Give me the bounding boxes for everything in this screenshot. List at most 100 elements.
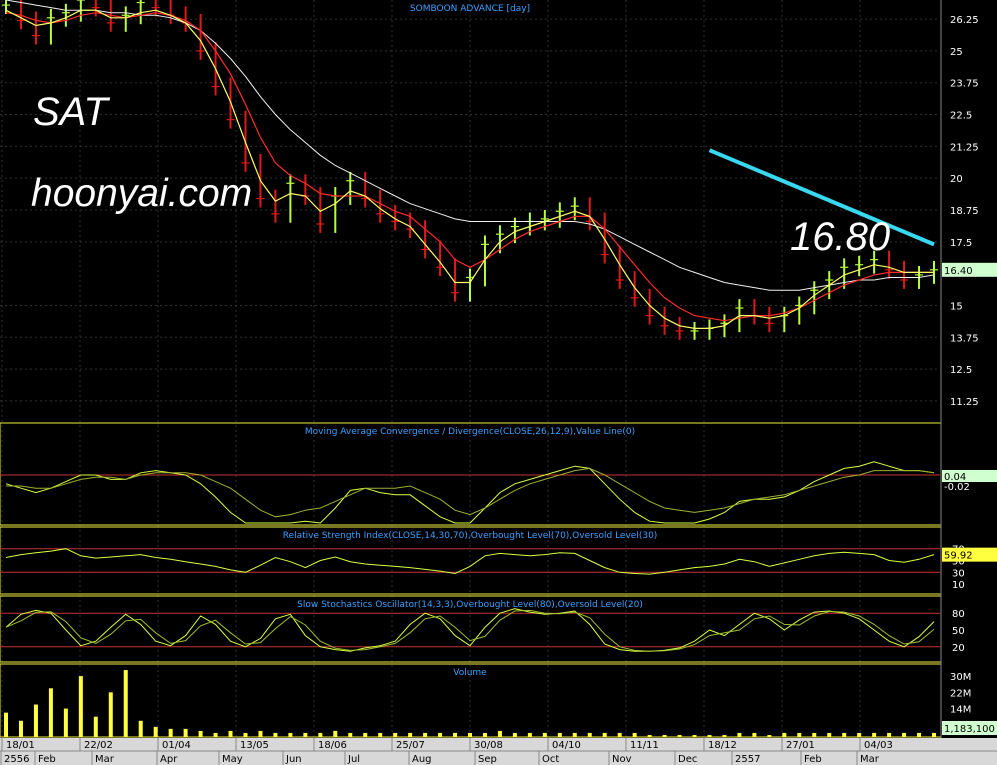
- month-label: Jul: [347, 754, 360, 765]
- grid-lines: [0, 0, 940, 738]
- axes: 26.25 25 23.75 22.5 21.25 20 18.75 17.5 15 13.75 1…: [0, 0, 997, 765]
- volume-bar: [408, 732, 413, 737]
- price-tick-label: 11.25: [950, 397, 979, 408]
- volume-bar: [752, 732, 757, 737]
- price-tick-label: 20: [950, 174, 963, 185]
- last-price-label: 16.40: [944, 266, 973, 277]
- volume-bar: [872, 732, 877, 737]
- volume-bar: [48, 688, 53, 737]
- volume-bar: [288, 732, 293, 737]
- volume-tick-label: 22M: [950, 688, 971, 699]
- volume-bar: [183, 728, 188, 737]
- volume-bar: [138, 720, 143, 737]
- volume-bar: [378, 732, 383, 737]
- volume-bar: [572, 732, 577, 737]
- volume-bar: [153, 726, 158, 737]
- month-label: Jun: [285, 754, 302, 765]
- volume-bar: [707, 734, 712, 737]
- month-label: Dec: [678, 754, 697, 765]
- macd-title: Moving Average Convergence / Divergence(…: [305, 427, 635, 437]
- volume-bar: [18, 720, 23, 737]
- rsi-tick-label: 30: [952, 568, 965, 579]
- volume-bar: [93, 716, 98, 737]
- volume-bar: [782, 732, 787, 737]
- volume-bar: [393, 732, 398, 737]
- volume-bar: [333, 730, 338, 737]
- rsi-title: Relative Strength Index(CLOSE,14,30,70),…: [283, 531, 658, 541]
- volume-bar: [662, 734, 667, 737]
- volume-bar: [587, 732, 592, 737]
- volume-bar: [647, 734, 652, 737]
- month-label: Nov: [612, 754, 632, 765]
- volume-bar: [632, 732, 637, 737]
- month-label: Mar: [95, 754, 115, 765]
- date-tick-label: 22/02: [84, 740, 113, 751]
- volume-bar: [4, 712, 8, 737]
- month-label: Apr: [160, 754, 178, 765]
- macd-signal-label: -0.02: [944, 482, 970, 493]
- date-tick-label: 01/04: [162, 740, 191, 751]
- price-tick-label: 21.25: [950, 142, 979, 153]
- volume-bar: [842, 732, 847, 737]
- month-label: Feb: [804, 754, 822, 765]
- volume-bar: [198, 730, 203, 737]
- volume-bar: [348, 732, 353, 737]
- volume-bar: [527, 732, 532, 737]
- month-label: Mar: [860, 754, 880, 765]
- price-tick-label: 23.75: [950, 79, 979, 90]
- price-tick-label: 25: [950, 47, 963, 58]
- stoch-tick-label: 50: [952, 626, 965, 637]
- volume-bar: [318, 732, 323, 737]
- volume-bar: [617, 732, 622, 737]
- volume-bar: [438, 732, 443, 737]
- month-label: 2556: [4, 754, 29, 765]
- volume-bar: [258, 730, 263, 737]
- date-tick-label: 18/01: [6, 740, 35, 751]
- price-tick-label: 17.5: [950, 238, 972, 249]
- macd-panel: Moving Average Convergence / Divergence(…: [0, 422, 942, 526]
- month-label: 2557: [735, 754, 760, 765]
- volume-bar: [932, 732, 936, 737]
- volume-bar: [78, 676, 83, 737]
- volume-bar: [512, 732, 517, 737]
- date-tick-label: 27/01: [786, 740, 815, 751]
- volume-bar: [468, 732, 472, 737]
- price-tick-label: 18.75: [950, 206, 979, 217]
- symbol-label: SAT: [33, 90, 108, 134]
- volume-bar: [423, 732, 428, 737]
- month-label: Feb: [38, 754, 56, 765]
- volume-bar: [797, 732, 802, 737]
- volume-bar: [453, 732, 458, 737]
- volume-bar: [917, 732, 922, 737]
- volume-bar: [123, 670, 128, 737]
- volume-bar: [857, 732, 862, 737]
- date-tick-label: 13/05: [240, 740, 269, 751]
- volume-bar: [692, 734, 697, 737]
- stoch-tick-label: 80: [952, 609, 965, 620]
- volume-bar: [482, 732, 487, 737]
- price-tick-label: 22.5: [950, 111, 972, 122]
- stoch-title: Slow Stochastics Oscillator(14,3,3),Over…: [297, 600, 643, 610]
- volume-bar: [812, 732, 817, 737]
- date-tick-label: 18/12: [708, 740, 737, 751]
- volume-bar: [902, 732, 907, 737]
- volume-bar: [228, 730, 233, 737]
- volume-bar: [213, 732, 218, 737]
- stochastic-panel: Slow Stochastics Oscillator(14,3,3),Over…: [0, 595, 942, 663]
- volume-bar: [887, 732, 892, 737]
- volume-bar: [677, 734, 682, 737]
- volume-bar: [767, 734, 772, 737]
- macd-panel-border: [0, 422, 942, 526]
- month-label: May: [222, 754, 243, 765]
- annotation-price: 16.80: [790, 215, 891, 259]
- rsi-tick-label: 10: [952, 580, 965, 591]
- month-label: Sep: [478, 754, 497, 765]
- price-tick-label: 15: [950, 301, 963, 312]
- month-label: Oct: [542, 754, 559, 765]
- volume-title: Volume: [453, 668, 487, 678]
- volume-bar: [722, 734, 727, 737]
- stock-chart: SOMBOON ADVANCE [day] Moving Average Con…: [0, 0, 997, 765]
- volume-bar: [602, 732, 607, 737]
- watermark-text: hoonyai.com: [31, 172, 253, 215]
- date-tick-label: 18/06: [318, 740, 347, 751]
